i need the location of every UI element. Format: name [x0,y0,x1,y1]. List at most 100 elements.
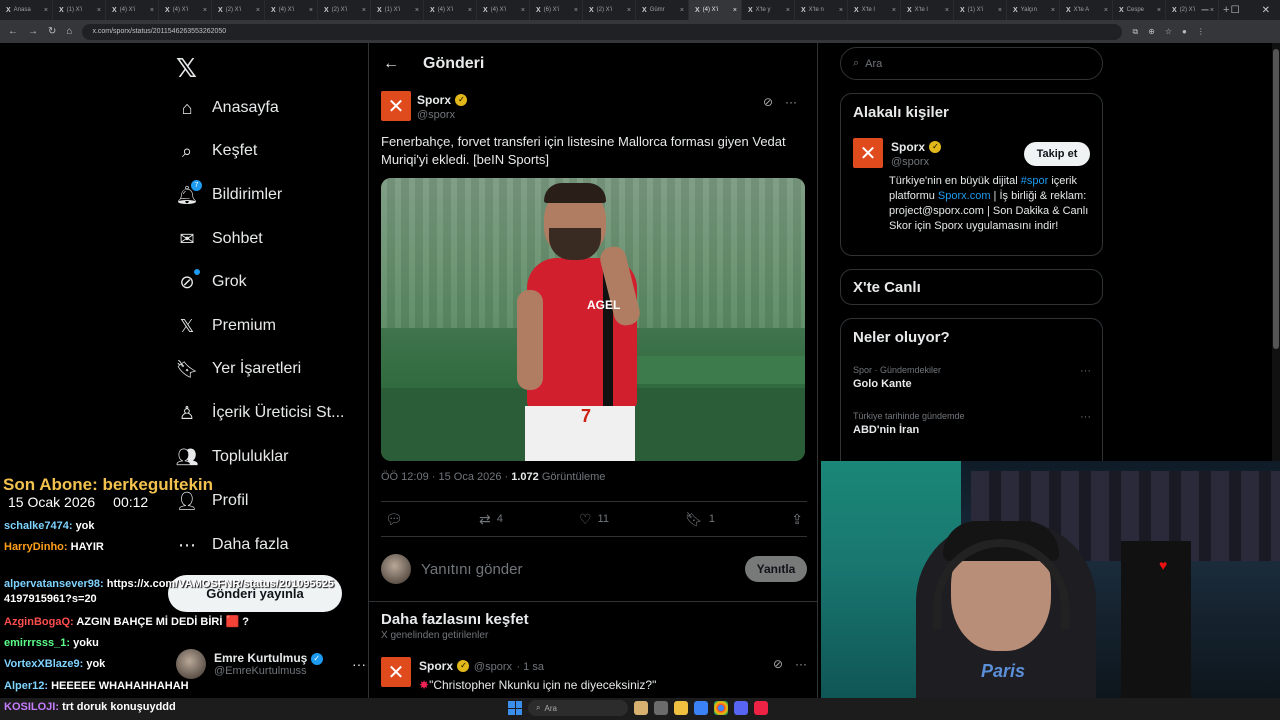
search-input[interactable]: ⌕ Ara [840,47,1103,80]
reload-icon[interactable]: ↻ [48,26,56,37]
nav-item-premium[interactable]: 𝕏 Premium [176,315,276,337]
sporx-logo-icon[interactable]: ✕ [381,657,411,687]
browser-tab[interactable]: X Anasa × [0,0,53,20]
related-name[interactable]: Sporx [891,140,925,154]
next-post[interactable]: ✕ Sporx ✓ @sporx · 1 sa ✸"Christopher Nk… [381,657,807,692]
website-link[interactable]: Sporx.com [938,190,991,202]
reply-input[interactable]: Yanıtını gönder [421,561,735,578]
close-tab-icon[interactable]: × [203,7,207,14]
browser-tab[interactable]: X (1) X'i × [954,0,1007,20]
forward-icon[interactable]: → [28,26,38,37]
more-icon[interactable]: ··· [785,95,797,109]
browser-tab[interactable]: X (6) X'i × [530,0,583,20]
author-name[interactable]: Sporx [419,659,453,673]
browser-tab[interactable]: X (4) X'i × [477,0,530,20]
close-tab-icon[interactable]: × [256,7,260,14]
sporx-logo-icon[interactable]: ✕ [853,138,883,168]
browser-tab[interactable]: X (4) X'i × [265,0,318,20]
nav-item-sohbet[interactable]: ✉ Sohbet [176,228,262,250]
browser-tab[interactable]: X (2) X'i × [318,0,371,20]
close-window-icon[interactable]: ✕ [1262,5,1270,16]
browser-tab[interactable]: X (2) X'i × [583,0,636,20]
browser-tab[interactable]: X (4) X'i × [689,0,742,20]
nav-item-i-erik-reticisi-st[interactable]: ♙ İçerik Üreticisi St... [176,402,345,424]
post-author[interactable]: ✕ Sporx ✓ @sporx [381,91,807,121]
browser-tab[interactable]: X (1) X'i × [371,0,424,20]
windows-start-icon[interactable] [508,701,522,715]
close-tab-icon[interactable]: × [574,7,578,14]
nav-item-grok[interactable]: ⊘ Grok [176,269,247,293]
x-logo-icon[interactable]: 𝕏 [176,53,197,84]
grok-icon[interactable]: ⊘ [773,657,783,692]
task-view-icon[interactable] [654,701,668,715]
hashtag-link[interactable]: #spor [1021,175,1049,187]
maximize-icon[interactable]: ☐ [1231,5,1240,16]
close-tab-icon[interactable]: × [468,7,472,14]
live-box[interactable]: X'te Canlı [840,269,1103,305]
trend-item[interactable]: Spor · Gündemdekiler Golo Kante ··· [853,365,1091,390]
more-icon[interactable]: ··· [1080,365,1091,377]
nav-item-anasayfa[interactable]: ⌂ Anasayfa [176,97,279,119]
share-action[interactable]: ⇪ [791,511,803,528]
close-tab-icon[interactable]: × [44,7,48,14]
close-tab-icon[interactable]: × [1104,7,1108,14]
close-tab-icon[interactable]: × [521,7,525,14]
trend-item[interactable]: Türkiye tarihinde gündemde ABD'nin İran … [853,411,1091,436]
close-tab-icon[interactable]: × [998,7,1002,14]
related-user[interactable]: ✕ Sporx ✓ @sporx [853,138,942,168]
nav-item-yer-i-aretleri[interactable]: 🔖︎ Yer İşaretleri [176,358,302,380]
browser-tab[interactable]: X X'te l × [901,0,954,20]
related-handle[interactable]: @sporx [891,156,941,168]
browser-tab[interactable]: X (4) X'i × [424,0,477,20]
nav-item-ke-fet[interactable]: ⌕ Keşfet [176,140,257,162]
browser-tab[interactable]: X (4) X'i × [106,0,159,20]
grok-icon[interactable]: ⊘ [763,95,773,109]
browser-tab[interactable]: X (1) X'i × [53,0,106,20]
menu-icon[interactable]: ⋮ [1197,27,1205,37]
close-tab-icon[interactable]: × [97,7,101,14]
close-tab-icon[interactable]: × [839,7,843,14]
back-icon[interactable]: ← [8,26,18,37]
close-tab-icon[interactable]: × [150,7,154,14]
star-icon[interactable]: ☆ [1165,27,1172,37]
browser-tab[interactable]: X X'te n × [795,0,848,20]
zoom-icon[interactable]: ⊕ [1148,27,1155,37]
obs-icon[interactable] [754,701,768,715]
close-tab-icon[interactable]: × [680,7,684,14]
browser-tab[interactable]: X X'te y × [742,0,795,20]
close-tab-icon[interactable]: × [892,7,896,14]
sporx-logo-icon[interactable]: ✕ [381,91,411,121]
browser-tab[interactable]: X (2) X'i × [212,0,265,20]
nav-item-bildirimler[interactable]: 🔔︎ 7 Bildirimler [176,180,282,206]
author-handle[interactable]: @sporx [417,109,467,121]
browser-tab[interactable]: X X'te A × [1060,0,1113,20]
reply-button[interactable]: Yanıtla [745,556,807,582]
browser-tab[interactable]: X Yalçın × [1007,0,1060,20]
close-tab-icon[interactable]: × [362,7,366,14]
more-icon[interactable]: ··· [795,657,807,692]
close-tab-icon[interactable]: × [415,7,419,14]
close-tab-icon[interactable]: × [309,7,313,14]
file-explorer-icon[interactable] [674,701,688,715]
store-icon[interactable] [694,701,708,715]
extension-icon[interactable]: ● [1182,27,1187,37]
browser-tab[interactable]: X X'te l × [848,0,901,20]
close-tab-icon[interactable]: × [733,7,737,14]
follow-button[interactable]: Takip et [1024,142,1090,166]
close-tab-icon[interactable]: × [945,7,949,14]
close-tab-icon[interactable]: × [786,7,790,14]
nav-item-topluluklar[interactable]: 👥︎ Topluluklar [176,446,289,468]
install-icon[interactable]: ⧉ [1132,27,1138,37]
author-handle[interactable]: @sporx [474,661,512,673]
minimize-icon[interactable]: ─ [1202,5,1209,16]
close-tab-icon[interactable]: × [1157,7,1161,14]
scrollbar-thumb[interactable] [1273,49,1279,349]
taskbar-search[interactable]: ⌕ Ara [528,700,628,716]
reply-action[interactable]: 💬︎ [385,511,403,528]
widget-icon[interactable] [634,701,648,715]
repost-action[interactable]: ⇄ 4 [479,511,503,528]
like-action[interactable]: ♡ 11 [579,511,609,528]
address-bar[interactable]: x.com/sporx/status/2011546263553262050 [82,23,1123,40]
more-icon[interactable]: ··· [1080,411,1091,423]
discord-icon[interactable] [734,701,748,715]
